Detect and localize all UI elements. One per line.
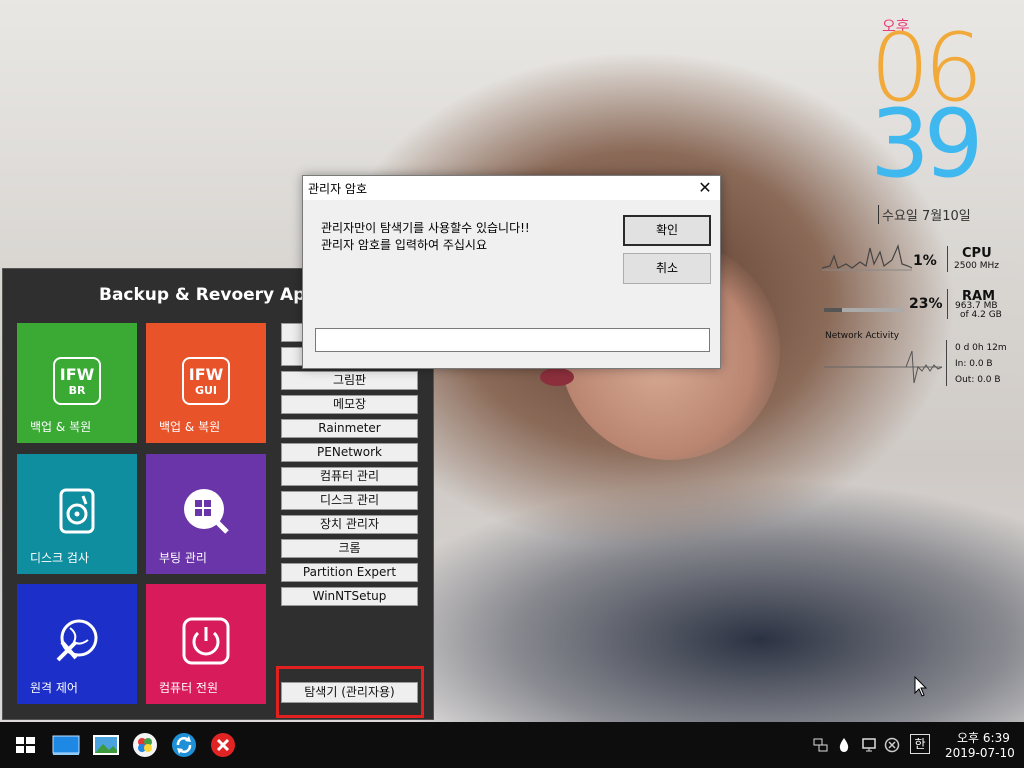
cpu-percent: 1% bbox=[913, 253, 937, 269]
tile-label: 부팅 관리 bbox=[159, 551, 207, 565]
dialog-message-line1: 관리자만이 탐색기를 사용할수 있습니다!! bbox=[321, 221, 530, 235]
tile-backup-br[interactable]: IFW BR 백업 & 복원 bbox=[17, 323, 137, 443]
side-button-notepad[interactable]: 메모장 bbox=[281, 395, 418, 414]
tile-label: 디스크 검사 bbox=[30, 551, 90, 565]
close-app-icon[interactable] bbox=[209, 731, 237, 759]
side-button-rainmeter[interactable]: Rainmeter bbox=[281, 419, 418, 438]
ifw-gui-badge-bottom: GUI bbox=[194, 383, 218, 397]
ifw-br-icon: IFW BR bbox=[53, 357, 101, 405]
tile-label: 백업 & 복원 bbox=[159, 420, 221, 434]
tile-boot-manager[interactable]: 부팅 관리 bbox=[146, 454, 266, 574]
password-input[interactable] bbox=[315, 328, 710, 352]
network-label: Network Activity bbox=[825, 331, 900, 341]
ifw-gui-icon: IFW GUI bbox=[182, 357, 230, 405]
clock-date: 수요일 7월10일 bbox=[878, 205, 971, 224]
side-button-penetwork[interactable]: PENetwork bbox=[281, 443, 418, 462]
network-divider bbox=[946, 340, 947, 386]
cpu-graph bbox=[822, 244, 912, 271]
ram-divider bbox=[947, 289, 948, 319]
admin-password-dialog: 관리자 암호 ✕ 관리자만이 탐색기를 사용할수 있습니다!! 관리자 암호를 … bbox=[302, 175, 721, 369]
cancel-tray-icon[interactable] bbox=[884, 737, 900, 753]
network-in: In: 0.0 B bbox=[955, 359, 993, 369]
disk-check-icon bbox=[59, 488, 95, 534]
clock-minute: 39 bbox=[870, 90, 984, 199]
tile-label: 백업 & 복원 bbox=[30, 420, 92, 434]
ime-indicator[interactable]: 한 bbox=[910, 734, 930, 754]
tile-label: 컴퓨터 전원 bbox=[159, 681, 219, 695]
explorer-admin-button[interactable]: 탐색기 (관리자용) bbox=[281, 682, 418, 703]
side-button-device-manager[interactable]: 장치 관리자 bbox=[281, 515, 418, 534]
ram-percent: 23% bbox=[909, 296, 943, 312]
cpu-divider bbox=[947, 246, 948, 272]
tile-backup-gui[interactable]: IFW GUI 백업 & 복원 bbox=[146, 323, 266, 443]
tile-disk-check[interactable]: 디스크 검사 bbox=[17, 454, 137, 574]
side-button-computer-management[interactable]: 컴퓨터 관리 bbox=[281, 467, 418, 486]
display-tray-icon[interactable] bbox=[861, 737, 877, 753]
tile-label: 원격 제어 bbox=[30, 681, 78, 695]
side-button-chrome[interactable]: 크롬 bbox=[281, 539, 418, 558]
wallpaper-lips bbox=[540, 368, 574, 386]
ram-total: of 4.2 GB bbox=[960, 310, 1002, 320]
side-button-partition-expert[interactable]: Partition Expert bbox=[281, 563, 418, 582]
mouse-cursor-icon bbox=[914, 676, 928, 697]
ifw-gui-badge-top: IFW bbox=[188, 364, 224, 384]
remote-control-icon bbox=[56, 619, 98, 662]
ok-button[interactable]: 확인 bbox=[623, 215, 711, 246]
dialog-titlebar: 관리자 암호 ✕ bbox=[303, 176, 720, 200]
ifw-br-badge-bottom: BR bbox=[68, 383, 86, 397]
network-graph bbox=[824, 350, 943, 384]
desktop-icon[interactable] bbox=[52, 731, 80, 759]
cpu-speed: 2500 MHz bbox=[954, 261, 1000, 271]
taskbar: 한 오후 6:39 2019-07-10 bbox=[0, 722, 1024, 768]
network-out: Out: 0.0 B bbox=[955, 375, 1001, 385]
network-tray-icon[interactable] bbox=[813, 737, 829, 753]
cancel-button[interactable]: 취소 bbox=[623, 253, 711, 284]
dialog-title: 관리자 암호 bbox=[308, 182, 368, 196]
start-icon[interactable] bbox=[11, 731, 39, 759]
uptime: 0 d 0h 12m bbox=[955, 343, 1007, 353]
close-icon[interactable]: ✕ bbox=[690, 176, 720, 200]
ie-icon[interactable] bbox=[131, 731, 159, 759]
side-button-disk-management[interactable]: 디스크 관리 bbox=[281, 491, 418, 510]
boot-manager-icon bbox=[184, 489, 229, 534]
ram-bar-fill bbox=[824, 308, 843, 312]
tile-computer-power[interactable]: 컴퓨터 전원 bbox=[146, 584, 266, 704]
picture-icon[interactable] bbox=[92, 731, 120, 759]
taskbar-date[interactable]: 2019-07-10 bbox=[945, 746, 1015, 760]
ram-bar bbox=[824, 308, 904, 312]
tile-remote-control[interactable]: 원격 제어 bbox=[17, 584, 137, 704]
droplet-tray-icon[interactable] bbox=[838, 736, 850, 754]
launcher-title: Backup & Revoery App bbox=[99, 285, 318, 305]
taskbar-time[interactable]: 오후 6:39 bbox=[957, 729, 1010, 746]
dialog-message-line2: 관리자 암호를 입력하여 주십시요 bbox=[321, 238, 488, 252]
side-button-paint[interactable]: 그림판 bbox=[281, 371, 418, 390]
refresh-icon[interactable] bbox=[170, 731, 198, 759]
cpu-label: CPU bbox=[962, 246, 992, 261]
side-button-winntsetup[interactable]: WinNTSetup bbox=[281, 587, 418, 606]
power-icon bbox=[182, 617, 230, 665]
ifw-br-badge-top: IFW bbox=[59, 364, 95, 384]
